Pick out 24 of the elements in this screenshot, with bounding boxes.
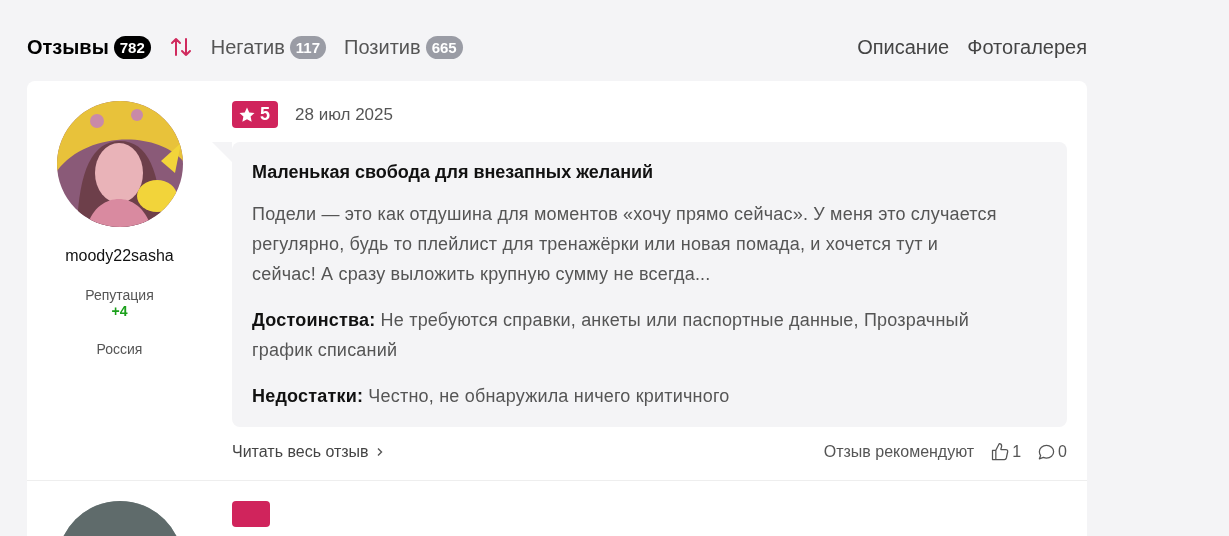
count-badge: 117 bbox=[289, 35, 327, 59]
review-pros: Достоинства: Не требуются справки, анкеты или паспортные данные, Прозрачный график списаний bbox=[252, 309, 970, 362]
review-cons: Недостатки: Честно, не обнаружила ничего критичного bbox=[252, 385, 731, 408]
rating-value: 5 bbox=[260, 104, 270, 125]
review-filter-tab[interactable]: Позитив 665 bbox=[344, 35, 463, 59]
section-link[interactable]: Фотогалерея bbox=[967, 35, 1087, 59]
author-name[interactable]: moody22sasha bbox=[65, 247, 174, 265]
review-text: Подели — это как отдушина для моментов «хочу прямо сейчас». У меня это случается регулярно, будь то плейлист для тренажёрки или новая помада, и хочется тут и сейчас! А сразу выложить крупную сумму не всегда... bbox=[252, 203, 998, 286]
count-badge: 665 bbox=[425, 35, 463, 59]
sort-icon[interactable] bbox=[168, 35, 193, 59]
rating-badge bbox=[232, 501, 270, 527]
author-country: Россия bbox=[96, 341, 143, 357]
review-filter-tab[interactable]: Негатив 117 bbox=[210, 35, 327, 59]
reputation-label: Репутация bbox=[85, 287, 154, 303]
comments-button[interactable]: 0 bbox=[1037, 442, 1067, 462]
review-title: Маленькая свобода для внезапных желаний bbox=[252, 162, 655, 183]
section-link[interactable]: Описание bbox=[857, 35, 950, 59]
review-date: 28 июл 2025 bbox=[295, 104, 393, 125]
recommend-label: Отзыв рекомендуют bbox=[823, 443, 975, 461]
count-badge: 782 bbox=[113, 35, 151, 59]
read-more-link[interactable]: Читать весь отзыв bbox=[232, 443, 385, 461]
review-filter-tab[interactable]: Отзывы 782 bbox=[27, 35, 151, 59]
like-button[interactable]: 1 bbox=[990, 442, 1022, 462]
reputation-value: +4 bbox=[111, 303, 128, 319]
